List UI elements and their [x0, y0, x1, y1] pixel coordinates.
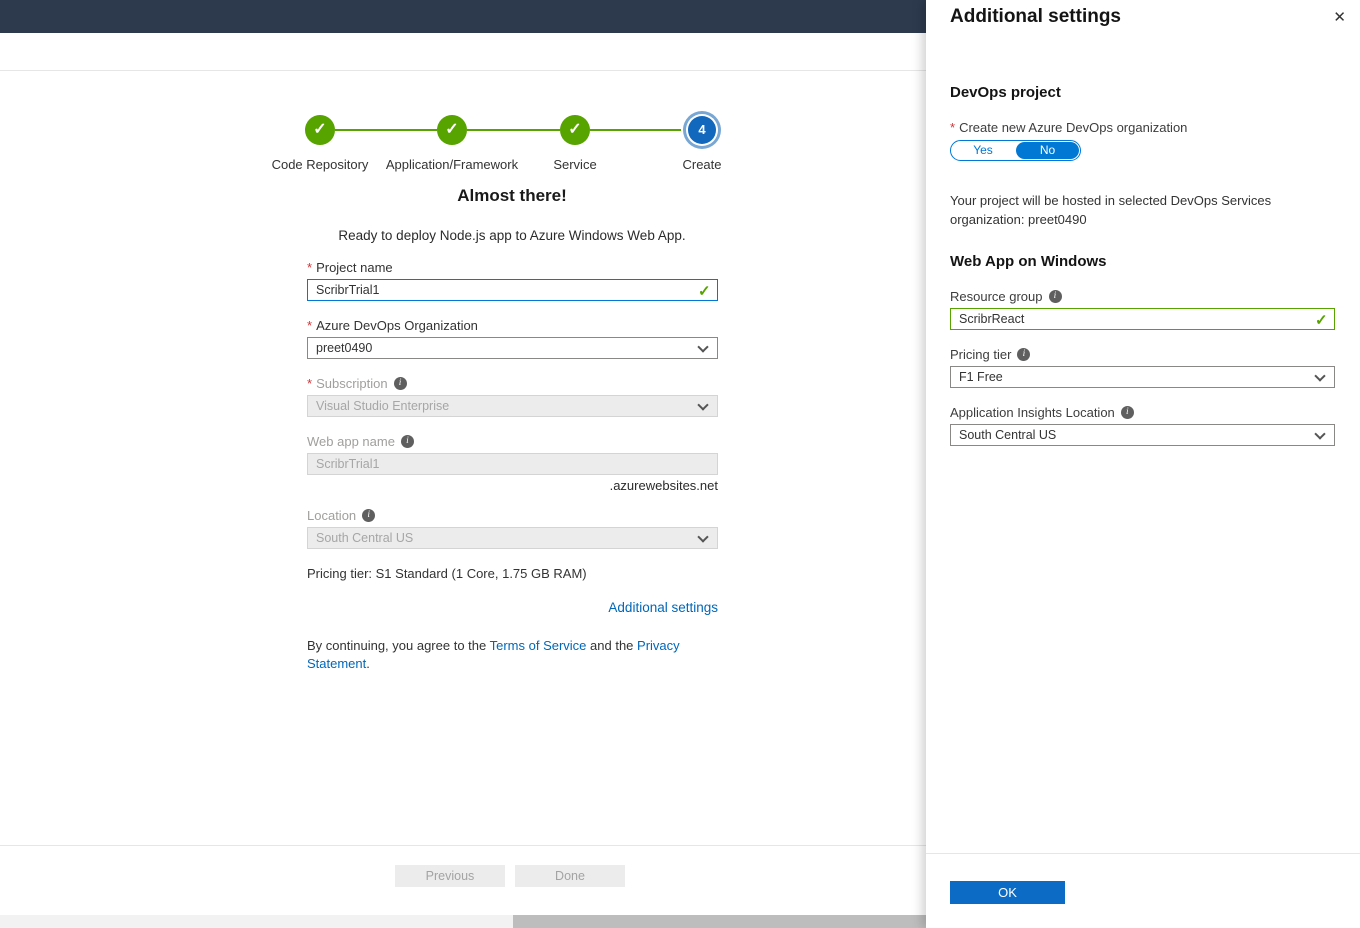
close-icon[interactable]: ✕ — [1333, 8, 1346, 26]
step-label-code-repository: Code Repository — [271, 157, 369, 172]
subscription-label: * Subscription i — [307, 376, 407, 391]
additional-settings-link[interactable]: Additional settings — [608, 600, 718, 615]
info-icon[interactable]: i — [393, 377, 407, 390]
app-window: ✓ ✓ ✓ 4 Code Repository Application/Fram… — [0, 0, 1360, 928]
step-number: 4 — [698, 122, 706, 137]
step-create[interactable]: 4 — [688, 116, 716, 144]
required-marker: * — [950, 120, 956, 135]
project-name-label: * Project name — [307, 260, 393, 275]
chevron-down-icon — [1314, 428, 1326, 440]
pricing-tier-text: Pricing tier: S1 Standard (1 Core, 1.75 … — [307, 566, 587, 581]
select-value: F1 Free — [959, 370, 1003, 384]
info-icon[interactable]: i — [400, 435, 414, 448]
app-insights-location-select[interactable]: South Central US — [950, 424, 1335, 446]
devops-org-label: * Azure DevOps Organization — [307, 318, 478, 333]
required-marker: * — [307, 260, 313, 275]
step-connector — [590, 129, 681, 131]
ok-button[interactable]: OK — [950, 881, 1065, 904]
check-icon: ✓ — [445, 121, 459, 138]
location-select: South Central US — [307, 527, 718, 549]
top-bar — [0, 0, 926, 33]
hosted-org-text: Your project will be hosted in selected … — [950, 193, 1272, 227]
select-value: Visual Studio Enterprise — [316, 399, 450, 413]
app-insights-location-label: Application Insights Location i — [950, 405, 1134, 420]
panel-footer-divider — [926, 853, 1360, 854]
subscription-select: Visual Studio Enterprise — [307, 395, 718, 417]
terms-middle: and the — [586, 638, 638, 653]
horizontal-scrollbar-thumb[interactable] — [513, 915, 926, 928]
chevron-down-icon — [697, 399, 709, 411]
page-subtitle: Ready to deploy Node.js app to Azure Win… — [338, 228, 686, 243]
page-title: Almost there! — [457, 186, 567, 205]
project-name-input[interactable] — [307, 279, 718, 301]
step-label-service: Service — [553, 157, 597, 172]
step-service[interactable]: ✓ — [560, 115, 590, 145]
terms-prefix: By continuing, you agree to the — [307, 638, 490, 653]
panel-title: Additional settings — [950, 6, 1121, 27]
devops-org-select[interactable]: preet0490 — [307, 337, 718, 359]
web-app-name-input: ScribrTrial1 — [307, 453, 718, 475]
label-text: Project name — [316, 260, 393, 275]
chevron-down-icon — [697, 341, 709, 353]
chevron-down-icon — [697, 531, 709, 543]
info-icon[interactable]: i — [1048, 290, 1062, 303]
toggle-yes-option[interactable]: Yes — [951, 141, 1015, 160]
chevron-down-icon — [1314, 370, 1326, 382]
header-divider — [0, 70, 926, 71]
select-value: preet0490 — [316, 341, 373, 355]
info-icon[interactable]: i — [362, 509, 376, 522]
footer-divider — [0, 845, 926, 846]
valid-check-icon: ✓ — [1315, 312, 1328, 329]
done-button[interactable]: Done — [515, 865, 625, 887]
label-text: Application Insights Location — [950, 405, 1115, 420]
label-text: Location — [307, 508, 357, 523]
select-value: South Central US — [959, 428, 1057, 442]
info-icon[interactable]: i — [1120, 406, 1134, 419]
label-text: Azure DevOps Organization — [316, 318, 478, 333]
location-label: Location i — [307, 508, 376, 523]
web-app-name-label: Web app name i — [307, 434, 414, 449]
resource-group-label: Resource group i — [950, 289, 1062, 304]
label-text: Subscription — [316, 376, 388, 391]
create-org-toggle[interactable]: Yes No — [950, 140, 1081, 161]
label-text: Pricing tier — [950, 347, 1012, 362]
required-marker: * — [307, 318, 313, 333]
label-text: Resource group — [950, 289, 1043, 304]
step-code-repository[interactable]: ✓ — [305, 115, 335, 145]
label-text: Create new Azure DevOps organization — [959, 120, 1188, 135]
terms-suffix: . — [366, 656, 370, 671]
step-connector — [467, 129, 560, 131]
required-marker: * — [307, 376, 313, 391]
web-app-domain-suffix: .azurewebsites.net — [609, 478, 718, 493]
step-label-application-framework: Application/Framework — [385, 157, 519, 172]
check-icon: ✓ — [568, 121, 582, 138]
info-icon[interactable]: i — [1017, 348, 1031, 361]
step-label-create: Create — [682, 157, 722, 172]
web-app-windows-heading: Web App on Windows — [950, 253, 1107, 270]
additional-settings-panel: Additional settings ✕ DevOps project * C… — [926, 0, 1360, 928]
step-connector — [335, 129, 437, 131]
toggle-no-option[interactable]: No — [1016, 142, 1079, 159]
check-icon: ✓ — [313, 121, 327, 138]
resource-group-input[interactable] — [950, 308, 1335, 330]
step-application-framework[interactable]: ✓ — [437, 115, 467, 145]
valid-check-icon: ✓ — [698, 283, 711, 300]
terms-text: By continuing, you agree to the Terms of… — [307, 637, 699, 673]
pricing-tier-label: Pricing tier i — [950, 347, 1031, 362]
previous-button[interactable]: Previous — [395, 865, 505, 887]
terms-of-service-link[interactable]: Terms of Service — [490, 638, 587, 653]
pricing-tier-select[interactable]: F1 Free — [950, 366, 1335, 388]
input-value: ScribrTrial1 — [316, 457, 380, 471]
label-text: Web app name — [307, 434, 395, 449]
devops-project-heading: DevOps project — [950, 84, 1061, 101]
select-value: South Central US — [316, 531, 414, 545]
create-org-label: * Create new Azure DevOps organization — [950, 120, 1187, 135]
